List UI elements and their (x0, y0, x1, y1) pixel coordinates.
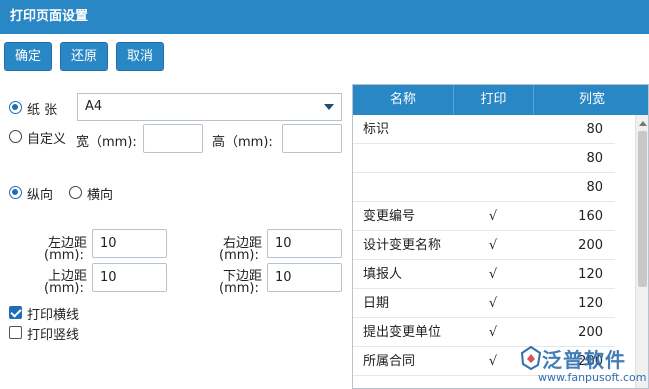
column-header-name[interactable]: 名称 (353, 85, 454, 115)
ok-button[interactable]: 确定 (4, 42, 52, 71)
width-label: 宽（mm): (76, 135, 137, 150)
brand-logo-icon (520, 345, 542, 371)
cell-width: 80 (586, 151, 603, 166)
cell-print: √ (488, 238, 498, 253)
cell-width: 120 (578, 267, 603, 282)
cell-print (453, 144, 533, 173)
bottom-margin-input[interactable]: 10 (267, 263, 342, 292)
custom-size-radio[interactable] (9, 130, 22, 143)
cell-print (453, 115, 533, 144)
landscape-radio[interactable] (69, 186, 82, 199)
table-row[interactable]: 设计变更名称 √ 200 (353, 231, 615, 260)
cell-print (453, 173, 533, 202)
paper-size-radio[interactable] (9, 101, 22, 114)
table-row[interactable]: 标识 80 (353, 115, 615, 144)
reset-button[interactable]: 还原 (60, 42, 108, 71)
height-label: 高（mm): (212, 135, 273, 150)
table-row[interactable]: 填报人 √ 120 (353, 260, 615, 289)
portrait-label: 纵向 (27, 188, 54, 203)
print-vlines-label: 打印竖线 (27, 328, 80, 343)
table-row[interactable]: 变更编号 √ 160 (353, 202, 615, 231)
cell-print: √ (488, 267, 498, 282)
cell-print: √ (488, 209, 498, 224)
scroll-thumb[interactable] (638, 131, 647, 287)
bottom-margin-unit: (mm): (219, 281, 259, 296)
print-hlines-label: 打印横线 (27, 308, 80, 323)
cancel-button[interactable]: 取消 (116, 42, 164, 71)
custom-size-label: 自定义 (27, 132, 67, 147)
brand-name: 泛普软件 (542, 348, 626, 372)
table-row[interactable]: 日期 √ 120 (353, 289, 615, 318)
custom-height-input[interactable] (282, 124, 342, 153)
chevron-down-icon (324, 104, 334, 110)
right-margin-unit: (mm): (219, 248, 259, 263)
cell-width: 80 (586, 180, 603, 195)
top-margin-input[interactable]: 10 (92, 263, 167, 292)
landscape-label: 横向 (87, 188, 114, 203)
paper-size-label: 纸 张 (27, 103, 58, 118)
table-row[interactable]: 80 (353, 173, 615, 202)
scroll-up-icon[interactable] (639, 121, 647, 126)
cell-width: 120 (578, 296, 603, 311)
paper-size-value: A4 (85, 99, 103, 114)
portrait-radio[interactable] (9, 186, 22, 199)
print-hlines-checkbox[interactable] (9, 306, 22, 319)
paper-size-select[interactable]: A4 (77, 93, 342, 121)
column-header-print[interactable]: 打印 (454, 85, 534, 115)
custom-width-input[interactable] (143, 124, 203, 153)
window-title: 打印页面设置 (0, 0, 649, 34)
print-vlines-checkbox[interactable] (9, 326, 22, 339)
top-margin-unit: (mm): (44, 281, 84, 296)
column-header-width[interactable]: 列宽 (534, 85, 648, 115)
cell-width: 80 (586, 122, 603, 137)
right-margin-input[interactable]: 10 (267, 229, 342, 258)
brand-watermark: 泛普软件 www.fanpusoft.com (514, 341, 649, 389)
table-header: 名称 打印 列宽 (353, 85, 648, 115)
cell-print: √ (488, 296, 498, 311)
table-row[interactable]: 80 (353, 144, 615, 173)
cell-width: 200 (578, 238, 603, 253)
brand-url: www.fanpusoft.com (538, 371, 647, 384)
left-margin-input[interactable]: 10 (92, 229, 167, 258)
cell-width: 160 (578, 209, 603, 224)
left-margin-unit: (mm): (44, 248, 84, 263)
